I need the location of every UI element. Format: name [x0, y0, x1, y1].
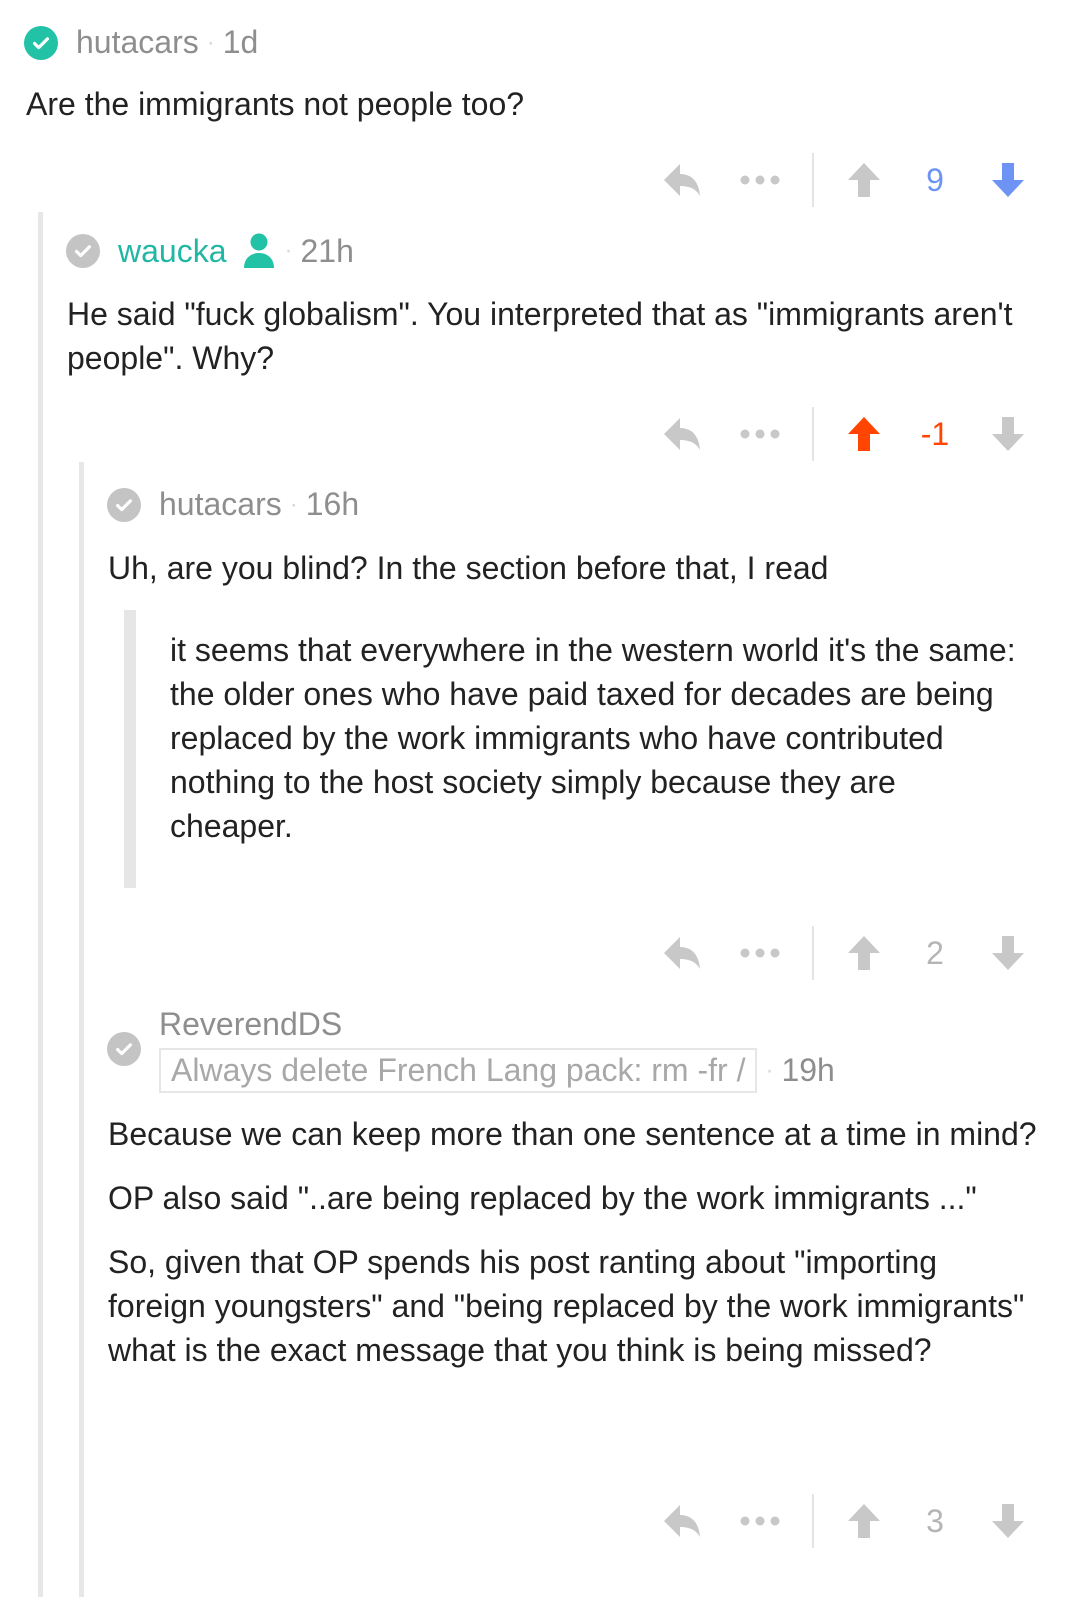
comment-actions: 9	[660, 153, 1040, 207]
upvote-arrow-icon[interactable]	[846, 153, 882, 207]
score: -1	[920, 415, 950, 452]
separator-dot: ·	[206, 28, 215, 56]
reply-icon[interactable]	[660, 407, 704, 461]
comment-body: Because we can keep more than one senten…	[108, 1112, 1038, 1392]
reply-icon[interactable]	[660, 926, 704, 980]
actions-divider	[812, 1494, 814, 1548]
more-options-icon[interactable]	[738, 407, 782, 461]
downvote-arrow-icon[interactable]	[990, 153, 1026, 207]
reply-icon[interactable]	[660, 153, 704, 207]
quote-text: it seems that everywhere in the western …	[170, 632, 1016, 844]
comment-time: 16h	[305, 486, 360, 522]
user-flair: Always delete French Lang pack: rm -fr /	[159, 1048, 758, 1093]
check-circle-grey-icon	[107, 487, 141, 522]
separator-dot: ·	[289, 490, 298, 518]
comment-paragraph: Uh, are you blind? In the section before…	[108, 550, 829, 586]
score: 9	[926, 161, 944, 198]
upvote-arrow-icon[interactable]	[846, 407, 882, 461]
flair-row: Always delete French Lang pack: rm -fr /…	[159, 1048, 835, 1093]
downvote-arrow-icon[interactable]	[990, 407, 1026, 461]
comment-actions: -1	[660, 407, 1040, 461]
comment-actions: 3	[660, 1494, 1040, 1548]
comment-body: He said "fuck globalism". You interprete…	[67, 292, 1027, 400]
check-circle-green-icon	[24, 25, 58, 60]
more-options-icon[interactable]	[738, 926, 782, 980]
thread-line-level-1	[38, 212, 43, 1597]
thread-line-level-2	[79, 462, 84, 1597]
comment-paragraph: So, given that OP spends his post rantin…	[108, 1244, 1025, 1368]
comment-actions: 2	[660, 926, 1040, 980]
comment-meta: waucka · 21h	[66, 232, 354, 270]
more-options-icon[interactable]	[738, 1494, 782, 1548]
actions-divider	[812, 926, 814, 980]
check-circle-grey-icon	[66, 234, 100, 268]
comment-meta: hutacars · 16h	[107, 486, 359, 523]
comment-meta: ReverendDS Always delete French Lang pac…	[107, 1004, 835, 1093]
comment-author[interactable]: waucka	[118, 233, 227, 270]
actions-divider	[812, 153, 814, 207]
downvote-arrow-icon[interactable]	[990, 926, 1026, 980]
reply-icon[interactable]	[660, 1494, 704, 1548]
comment-paragraph: He said "fuck globalism". You interprete…	[67, 296, 1013, 376]
comment-author[interactable]: hutacars	[159, 486, 282, 523]
comment-paragraph: Are the immigrants not people too?	[26, 86, 525, 122]
comment-author[interactable]: ReverendDS	[159, 1004, 835, 1044]
check-circle-grey-icon	[107, 1031, 141, 1066]
score: 3	[926, 1502, 944, 1539]
upvote-arrow-icon[interactable]	[846, 1494, 882, 1548]
comment-paragraph: Because we can keep more than one senten…	[108, 1116, 1037, 1152]
comment-time: 19h	[781, 1052, 835, 1088]
score: 2	[926, 934, 944, 971]
comment-time: 21h	[300, 232, 354, 269]
actions-divider	[812, 407, 814, 461]
separator-dot: ·	[765, 1056, 774, 1084]
comment-author[interactable]: hutacars	[76, 24, 199, 61]
more-options-icon[interactable]	[738, 153, 782, 207]
person-icon	[241, 232, 277, 270]
comment-body: Are the immigrants not people too?	[26, 82, 1036, 146]
author-block: ReverendDS Always delete French Lang pac…	[159, 1004, 835, 1093]
blockquote: it seems that everywhere in the western …	[124, 610, 1024, 888]
upvote-arrow-icon[interactable]	[846, 926, 882, 980]
comment-body: Uh, are you blind? In the section before…	[108, 546, 1038, 610]
comment-meta: hutacars · 1d	[24, 24, 258, 61]
downvote-arrow-icon[interactable]	[990, 1494, 1026, 1548]
comment-time: 1d	[222, 24, 259, 60]
comment-paragraph: OP also said "..are being replaced by th…	[108, 1180, 977, 1216]
separator-dot: ·	[284, 237, 293, 264]
